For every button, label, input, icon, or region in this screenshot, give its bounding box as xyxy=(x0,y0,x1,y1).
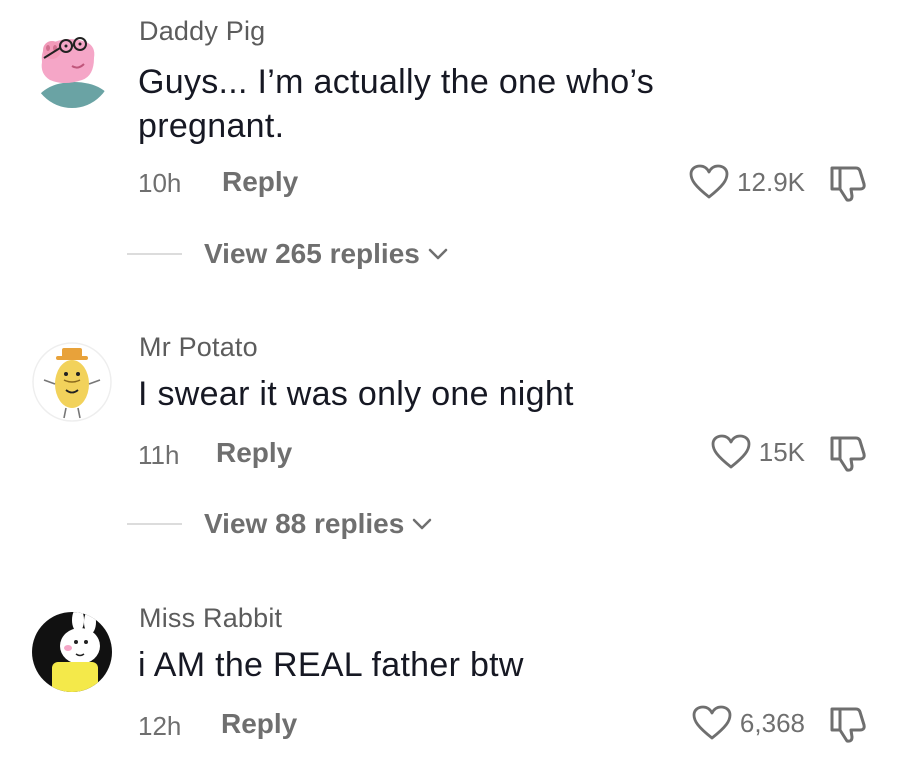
thumbs-down-icon xyxy=(826,432,868,474)
comment-username[interactable]: Miss Rabbit xyxy=(139,603,282,634)
comment-text-line: pregnant. xyxy=(138,107,285,145)
mr-potato-avatar-icon xyxy=(32,342,112,422)
dislike-button[interactable] xyxy=(826,162,868,204)
divider-line xyxy=(127,523,182,525)
like-count: 6,368 xyxy=(739,707,805,738)
view-replies-label: View 265 replies xyxy=(204,238,420,269)
view-replies-button[interactable]: View 265 replies xyxy=(127,238,448,270)
thumbs-down-icon xyxy=(826,162,868,204)
comment-timestamp: 11h xyxy=(138,440,180,470)
dislike-button[interactable] xyxy=(826,432,868,474)
comment-text-line: i AM the REAL father btw xyxy=(138,646,524,684)
heart-icon xyxy=(711,434,751,470)
view-replies-button[interactable]: View 88 replies xyxy=(127,508,432,540)
view-replies-label: View 88 replies xyxy=(204,508,405,539)
avatar[interactable] xyxy=(32,28,112,108)
avatar[interactable] xyxy=(32,342,112,422)
dislike-button[interactable] xyxy=(826,703,868,745)
chevron-down-icon xyxy=(428,247,448,261)
comment-timestamp: 10h xyxy=(138,168,182,198)
daddy-pig-avatar-icon xyxy=(32,28,112,108)
comment-text: i AM the REAL father btw xyxy=(138,643,778,687)
reply-button[interactable]: Reply xyxy=(221,708,297,740)
avatar[interactable] xyxy=(32,612,112,692)
miss-rabbit-avatar-icon xyxy=(32,612,112,692)
like-button[interactable]: 12.9K xyxy=(689,164,805,200)
chevron-down-icon xyxy=(412,517,432,531)
comment-text: Guys... I’m actually the one who’s pregn… xyxy=(138,60,778,148)
comment-text-line: Guys... I’m actually the one who’s xyxy=(138,63,655,101)
heart-icon xyxy=(689,164,729,200)
reply-button[interactable]: Reply xyxy=(216,437,292,469)
comment-timestamp: 12h xyxy=(138,711,182,741)
thumbs-down-icon xyxy=(826,703,868,745)
comment-text: I swear it was only one night xyxy=(138,372,778,416)
like-button[interactable]: 15K xyxy=(711,434,805,470)
like-count: 15K xyxy=(758,436,805,467)
comment-username[interactable]: Mr Potato xyxy=(139,332,258,363)
comment-username[interactable]: Daddy Pig xyxy=(139,16,265,47)
divider-line xyxy=(127,253,182,255)
like-count: 12.9K xyxy=(737,166,805,197)
comment-text-line: I swear it was only one night xyxy=(138,375,574,413)
heart-icon xyxy=(692,705,732,741)
reply-button[interactable]: Reply xyxy=(222,166,298,198)
like-button[interactable]: 6,368 xyxy=(692,705,805,741)
